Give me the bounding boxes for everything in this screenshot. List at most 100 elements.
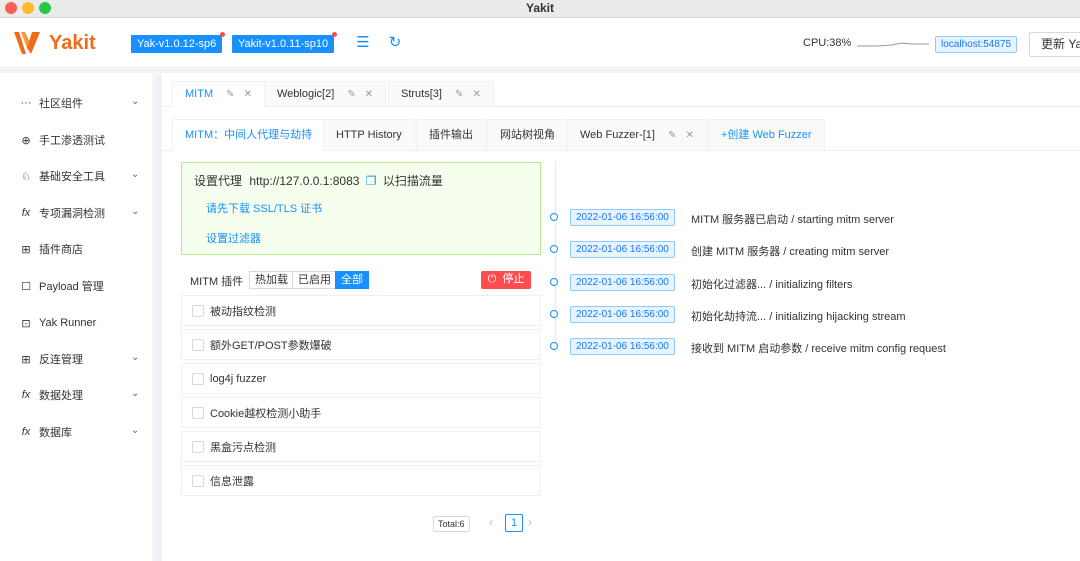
plugin-item[interactable]: 额外GET/POST参数爆破 xyxy=(181,329,541,360)
fx-icon: fx xyxy=(21,389,31,401)
timeline-axis xyxy=(555,162,556,352)
sidebar-item-basic-tools[interactable]: ♘ 基础安全工具 ⌄ xyxy=(3,165,153,187)
filter-all[interactable]: 全部 xyxy=(335,271,369,289)
apps-icon: ⊞ xyxy=(21,243,31,256)
cpu-sparkline xyxy=(857,42,929,47)
sidebar-item-vuln-detection[interactable]: fx 专项漏洞检测 ⌄ xyxy=(3,202,153,224)
sidebar-item-data-processing[interactable]: fx 数据处理 ⌄ xyxy=(3,384,153,406)
close-icon[interactable]: ✕ xyxy=(686,130,694,141)
plugin-label: Cookie越权检测小助手 xyxy=(210,407,322,420)
timeline-dot xyxy=(550,342,558,350)
tab-label: MITM xyxy=(185,88,214,100)
proxy-address: http://127.0.0.1:8083 xyxy=(249,174,360,188)
yakit-logo-icon xyxy=(14,32,40,54)
sidebar: ··· 社区组件 ⌄ ⊕ 手工渗透测试 ♘ 基础安全工具 ⌄ fx 专项漏洞检测… xyxy=(3,74,153,561)
menu-fold-icon[interactable]: ☰ xyxy=(354,34,372,52)
sidebar-item-yak-runner[interactable]: ⊡ Yak Runner xyxy=(3,312,153,334)
plugin-item[interactable]: 被动指纹检测 xyxy=(181,295,541,326)
subtab-site-tree[interactable]: 网站树视角 xyxy=(487,119,568,151)
plugin-label: log4j fuzzer xyxy=(210,372,267,385)
header-divider xyxy=(0,69,1080,73)
close-icon[interactable]: ✕ xyxy=(244,89,252,100)
timeline-text: 创建 MITM 服务器 / creating mitm server xyxy=(691,246,890,258)
close-icon[interactable]: ✕ xyxy=(365,89,373,100)
sidebar-item-label: 数据库 xyxy=(39,427,72,439)
plugin-label: 黑盒污点检测 xyxy=(210,441,276,454)
tab-label: Struts[3] xyxy=(401,88,442,100)
plugin-item[interactable]: log4j fuzzer xyxy=(181,363,541,394)
download-cert-link[interactable]: 请先下载 SSL/TLS 证书 xyxy=(206,200,322,216)
chevron-right-icon[interactable]: › xyxy=(528,515,532,529)
subtab-http-history[interactable]: HTTP History xyxy=(323,119,415,151)
plugin-item[interactable]: 信息泄露 xyxy=(181,465,541,496)
sidebar-item-label: 插件商店 xyxy=(39,244,83,256)
plugin-item[interactable]: Cookie越权检测小助手 xyxy=(181,397,541,428)
sidebar-item-label: 反连管理 xyxy=(39,354,83,366)
create-web-fuzzer-tab[interactable]: +创建 Web Fuzzer xyxy=(708,119,825,151)
subtab-web-fuzzer[interactable]: Web Fuzzer-[1] ✎ ✕ xyxy=(567,119,707,151)
pagination-total: Total:6 xyxy=(433,516,470,532)
sidebar-item-label: 基础安全工具 xyxy=(39,171,105,183)
edit-icon[interactable]: ✎ xyxy=(668,130,676,141)
timeline-time: 2022-01-06 16:56:00 xyxy=(570,306,675,323)
plugin-checkbox[interactable] xyxy=(192,372,204,385)
timeline-time: 2022-01-06 16:56:00 xyxy=(570,209,675,226)
timeline-dot xyxy=(550,213,558,221)
subtab-plugin-output[interactable]: 插件输出 xyxy=(416,119,486,151)
timeline-text: 接收到 MITM 启动参数 / receive mitm config requ… xyxy=(691,343,946,355)
stop-button[interactable]: ⏻ 停止 xyxy=(481,271,531,289)
edit-icon[interactable]: ✎ xyxy=(226,89,234,100)
reload-icon[interactable]: ↻ xyxy=(386,34,404,52)
sub-tabs: MITM：中间人代理与劫持 HTTP History 插件输出 网站树视角 We… xyxy=(162,118,1080,151)
plugin-checkbox[interactable] xyxy=(192,304,204,317)
proxy-prefix: 设置代理 xyxy=(194,174,243,188)
window-title: Yakit xyxy=(525,1,555,15)
fx-icon: fx xyxy=(21,426,31,438)
sidebar-item-community[interactable]: ··· 社区组件 ⌄ xyxy=(3,92,153,114)
more-icon: ··· xyxy=(20,97,32,109)
fx-icon: fx xyxy=(21,207,31,219)
update-dot xyxy=(332,32,338,37)
proxy-suffix: 以扫描流量 xyxy=(382,174,443,188)
sidebar-item-database[interactable]: fx 数据库 ⌄ xyxy=(3,421,153,443)
tab-mitm[interactable]: MITM ✎ ✕ xyxy=(172,81,266,107)
engine-host-tag[interactable]: localhost:54875 xyxy=(935,36,1018,53)
plugin-checkbox[interactable] xyxy=(192,338,204,351)
tab-weblogic[interactable]: Weblogic[2] ✎ ✕ xyxy=(264,81,387,107)
subtab-mitm[interactable]: MITM：中间人代理与劫持 xyxy=(172,119,326,151)
tab-struts[interactable]: Struts[3] ✎ ✕ xyxy=(388,81,494,107)
edit-icon[interactable]: ✎ xyxy=(347,89,355,100)
yak-version-tag[interactable]: Yak-v1.0.12-sp6 xyxy=(131,32,226,53)
proxy-config-panel: 设置代理 http://127.0.0.1:8083 ❐ 以扫描流量 请先下载 … xyxy=(181,162,541,255)
plugin-checkbox[interactable] xyxy=(192,440,204,453)
chevron-left-icon[interactable]: ‹ xyxy=(489,515,493,529)
sidebar-item-plugin-store[interactable]: ⊞ 插件商店 xyxy=(3,238,153,260)
sidebar-item-reverse-connect[interactable]: ⊞ 反连管理 ⌄ xyxy=(3,348,153,370)
power-icon: ⏻ xyxy=(487,273,497,285)
filter-enabled[interactable]: 已启用 xyxy=(292,271,337,289)
close-icon[interactable]: ✕ xyxy=(472,89,480,100)
timeline-dot xyxy=(550,245,558,253)
sidebar-item-label: 手工渗透测试 xyxy=(39,135,105,147)
chevron-down-icon: ⌄ xyxy=(131,169,140,180)
sidebar-item-manual-pentest[interactable]: ⊕ 手工渗透测试 xyxy=(3,129,153,151)
sidebar-item-label: 数据处理 xyxy=(39,390,83,402)
pagination-page[interactable]: 1 xyxy=(505,514,523,532)
apps-icon: ⊞ xyxy=(21,353,31,366)
plugin-item[interactable]: 黑盒污点检测 xyxy=(181,431,541,462)
filter-hot-reload[interactable]: 热加载 xyxy=(249,271,294,289)
yakit-version-label: Yakit-v1.0.11-sp10 xyxy=(238,38,329,50)
copy-icon[interactable]: ❐ xyxy=(366,174,377,188)
sidebar-divider xyxy=(154,74,162,561)
edit-icon[interactable]: ✎ xyxy=(455,89,463,100)
plugin-checkbox[interactable] xyxy=(192,406,204,419)
plugin-checkbox[interactable] xyxy=(192,474,204,487)
chevron-down-icon: ⌄ xyxy=(131,425,140,436)
logo-text: Yakit xyxy=(49,31,96,54)
update-yak-button[interactable]: 更新 Yak xyxy=(1029,32,1080,57)
set-filter-link[interactable]: 设置过滤器 xyxy=(206,230,261,246)
sidebar-item-payload[interactable]: ☐ Payload 管理 xyxy=(3,275,153,297)
tab-label: Weblogic[2] xyxy=(277,88,335,100)
yakit-version-tag[interactable]: Yakit-v1.0.11-sp10 xyxy=(232,32,338,53)
chevron-down-icon: ⌄ xyxy=(131,96,140,107)
